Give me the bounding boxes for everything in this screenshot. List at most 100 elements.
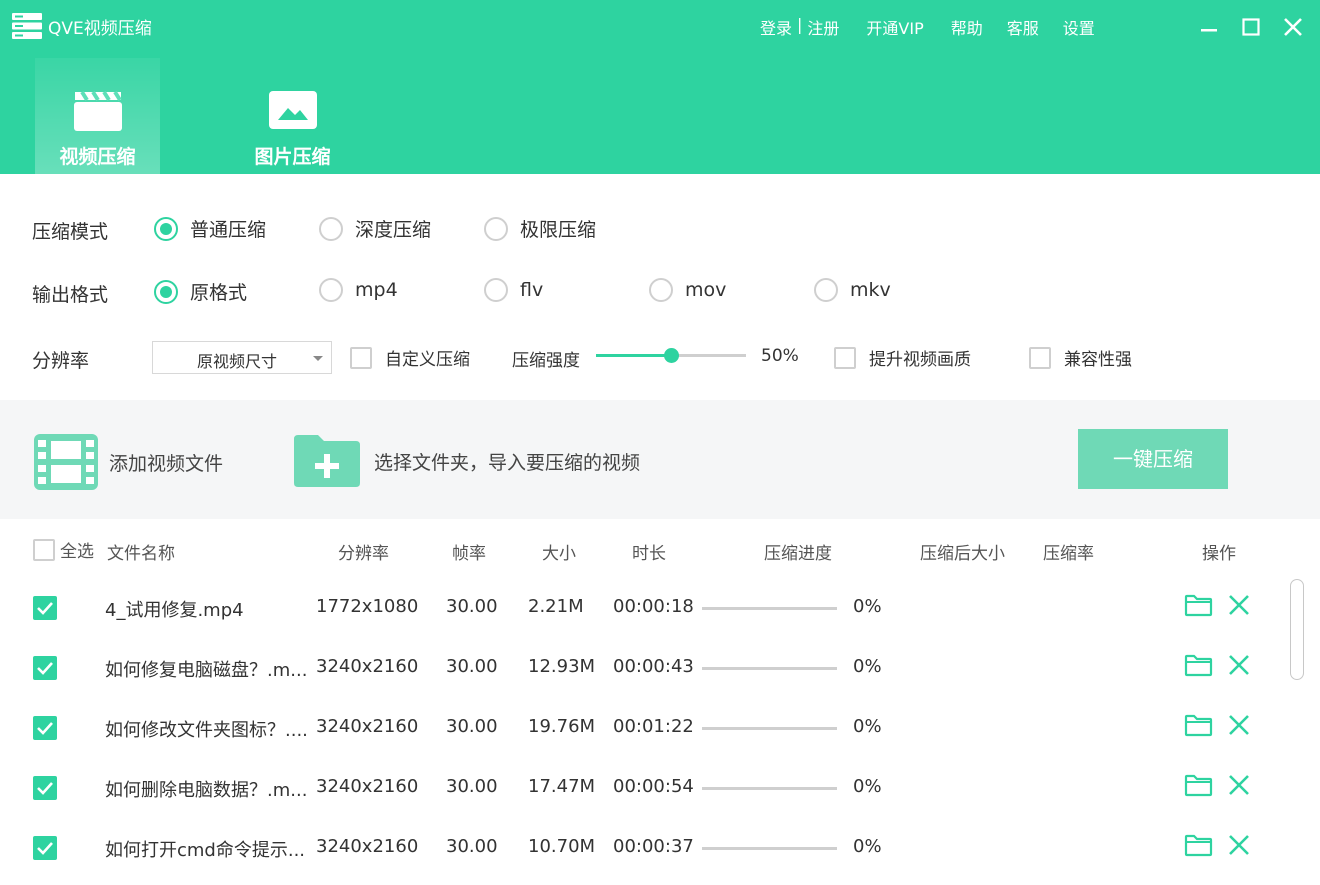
file-name: 4_试用修复.mp4 — [105, 600, 244, 621]
format-original-radio[interactable]: 原格式 — [154, 278, 247, 305]
radio-circle — [814, 278, 838, 302]
add-folder-button[interactable]: 选择文件夹，导入要压缩的视频 — [292, 433, 640, 489]
settings-link[interactable]: 设置 — [1063, 15, 1095, 39]
radio-circle — [319, 216, 343, 241]
table-row: 如何修改文件夹图标？.... 3240x2160 30.00 19.76M 00:01:… — [0, 699, 1290, 759]
progress-text: 0% — [853, 776, 882, 797]
format-mov-radio[interactable]: mov — [649, 278, 726, 302]
delete-icon[interactable] — [1227, 713, 1251, 737]
file-resolution: 3240x2160 — [316, 716, 419, 737]
mode-deep-radio[interactable]: 深度压缩 — [319, 215, 431, 242]
header-compressed-size: 压缩后大小 — [920, 544, 1005, 564]
compress-all-button[interactable]: 一键压缩 — [1078, 429, 1228, 489]
file-size: 19.76M — [528, 716, 596, 737]
format-flv-radio[interactable]: flv — [484, 278, 543, 302]
row-checkbox[interactable] — [33, 836, 57, 860]
checkbox-box — [1029, 346, 1051, 369]
header-ratio: 压缩率 — [1043, 544, 1094, 564]
custom-compress-checkbox[interactable]: 自定义压缩 — [350, 345, 470, 370]
login-link[interactable]: 登录 — [760, 15, 792, 39]
resolution-label: 分辨率 — [32, 350, 90, 372]
open-folder-icon[interactable] — [1184, 833, 1213, 857]
progress-bar — [702, 847, 837, 850]
file-fps: 30.00 — [446, 836, 498, 857]
add-video-file-button[interactable]: 添加视频文件 — [33, 433, 223, 491]
delete-icon[interactable] — [1227, 833, 1251, 857]
tab-image-compress[interactable]: 图片压缩 — [230, 58, 355, 174]
checkbox-label: 提升视频画质 — [869, 350, 971, 370]
progress-bar — [702, 607, 837, 610]
radio-circle — [484, 278, 508, 302]
select-all-checkbox[interactable]: 全选 — [33, 537, 94, 562]
toolbar: 添加视频文件 选择文件夹，导入要压缩的视频 一键压缩 — [0, 400, 1320, 519]
header-name: 文件名称 — [107, 544, 175, 564]
file-fps: 30.00 — [446, 596, 498, 617]
checkmark-icon — [37, 602, 53, 615]
minimize-icon[interactable] — [1198, 16, 1220, 38]
table-row: 如何修复电脑磁盘？.m... 3240x2160 30.00 12.93M 00:00:… — [0, 639, 1290, 699]
open-folder-icon[interactable] — [1184, 593, 1213, 617]
radio-label: flv — [520, 279, 544, 301]
file-name: 如何修改文件夹图标？.... — [105, 720, 308, 741]
add-folder-label: 选择文件夹，导入要压缩的视频 — [374, 451, 641, 474]
file-duration: 00:00:43 — [613, 656, 694, 677]
table-row: 如何打开cmd命令提示... 3240x2160 30.00 10.70M 00:00:… — [0, 819, 1290, 879]
checkmark-icon — [37, 842, 53, 855]
strength-value: 50% — [761, 346, 799, 366]
header-bar: QVE视频压缩 登录 | 注册 开通VIP 帮助 客服 设置 视频压缩 图片压缩 — [0, 0, 1320, 174]
checkbox-box — [33, 538, 55, 561]
row-checkbox[interactable] — [33, 596, 57, 620]
register-link[interactable]: 注册 — [807, 15, 839, 39]
slider-thumb[interactable] — [664, 348, 679, 363]
top-links: 登录 | 注册 开通VIP 帮助 客服 设置 — [760, 15, 1095, 39]
dropdown-arrow-icon — [313, 356, 323, 361]
file-size: 2.21M — [528, 596, 584, 617]
file-name: 如何删除电脑数据？.m... — [105, 780, 308, 801]
row-checkbox[interactable] — [33, 716, 57, 740]
delete-icon[interactable] — [1227, 653, 1251, 677]
maximize-icon[interactable] — [1240, 16, 1262, 38]
file-resolution: 1772x1080 — [316, 596, 419, 617]
file-fps: 30.00 — [446, 776, 498, 797]
compatibility-checkbox[interactable]: 兼容性强 — [1029, 345, 1132, 370]
header-progress: 压缩进度 — [764, 544, 832, 564]
table-scrollbar[interactable] — [1290, 579, 1304, 680]
row-checkbox[interactable] — [33, 656, 57, 680]
tab-video-label: 视频压缩 — [59, 146, 136, 168]
open-folder-icon[interactable] — [1184, 713, 1213, 737]
radio-label: 普通压缩 — [190, 219, 267, 241]
help-link[interactable]: 帮助 — [951, 15, 983, 39]
service-link[interactable]: 客服 — [1007, 15, 1039, 39]
close-window-icon[interactable] — [1282, 16, 1304, 38]
format-mkv-radio[interactable]: mkv — [814, 278, 891, 302]
image-icon — [268, 91, 317, 129]
film-icon — [34, 434, 98, 490]
table-row: 如何删除电脑数据？.m... 3240x2160 30.00 17.47M 00:00:… — [0, 759, 1290, 819]
mode-extreme-radio[interactable]: 极限压缩 — [484, 215, 596, 242]
mode-normal-radio[interactable]: 普通压缩 — [154, 215, 266, 242]
delete-icon[interactable] — [1227, 593, 1251, 617]
checkbox-box — [350, 346, 372, 369]
vip-link[interactable]: 开通VIP — [866, 15, 923, 39]
row-checkbox[interactable] — [33, 776, 57, 800]
table-row: 4_试用修复.mp4 1772x1080 30.00 2.21M 00:00:18 0% — [0, 579, 1290, 639]
enhance-quality-checkbox[interactable]: 提升视频画质 — [834, 345, 971, 370]
delete-icon[interactable] — [1227, 773, 1251, 797]
strength-label: 压缩强度 — [512, 351, 580, 371]
radio-circle — [154, 279, 178, 304]
resolution-select[interactable]: 原视频尺寸 — [152, 341, 332, 374]
radio-label: mov — [685, 279, 727, 301]
open-folder-icon[interactable] — [1184, 653, 1213, 677]
strength-slider[interactable] — [596, 346, 746, 366]
file-fps: 30.00 — [446, 656, 498, 677]
mode-label: 压缩模式 — [32, 221, 109, 243]
folder-add-icon — [294, 435, 360, 487]
progress-text: 0% — [853, 596, 882, 617]
format-mp4-radio[interactable]: mp4 — [319, 278, 398, 302]
tab-video-compress[interactable]: 视频压缩 — [35, 58, 160, 174]
checkmark-icon — [37, 782, 53, 795]
progress-text: 0% — [853, 836, 882, 857]
open-folder-icon[interactable] — [1184, 773, 1213, 797]
header-duration: 时长 — [632, 544, 666, 564]
link-separator: | — [797, 15, 803, 34]
